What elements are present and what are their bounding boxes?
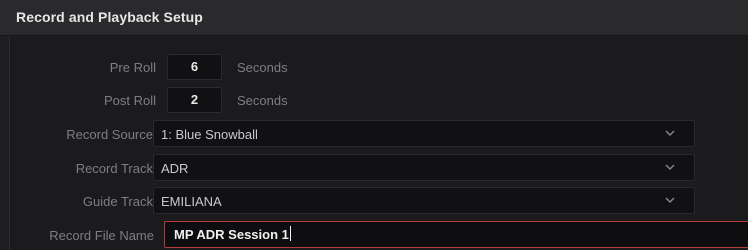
record-track-value: ADR xyxy=(161,161,189,176)
record-track-label: Record Track xyxy=(75,161,153,176)
text-caret xyxy=(289,226,291,241)
panel-body: Pre Roll 6 Seconds Post Roll 2 Seconds R… xyxy=(9,37,748,250)
post-roll-label: Post Roll xyxy=(103,93,156,108)
pre-roll-input[interactable]: 6 xyxy=(167,54,222,80)
record-file-name-input[interactable]: MP ADR Session 1 xyxy=(164,221,748,248)
guide-track-value: EMILIANA xyxy=(161,194,222,209)
pre-roll-label: Pre Roll xyxy=(109,60,156,75)
record-file-name-row: Record File Name MP ADR Session 1 xyxy=(10,221,748,250)
post-roll-unit: Seconds xyxy=(237,93,288,108)
chevron-down-icon xyxy=(665,130,675,136)
record-track-select[interactable]: ADR xyxy=(153,154,695,181)
record-track-row: Record Track ADR xyxy=(10,154,748,184)
panel-header: Record and Playback Setup xyxy=(0,0,748,36)
record-source-value: 1: Blue Snowball xyxy=(161,127,258,142)
pre-roll-unit: Seconds xyxy=(237,60,288,75)
guide-track-select[interactable]: EMILIANA xyxy=(153,187,695,214)
guide-track-row: Guide Track EMILIANA xyxy=(10,187,748,217)
record-file-name-value: MP ADR Session 1 xyxy=(174,227,289,242)
record-source-row: Record Source 1: Blue Snowball xyxy=(10,120,748,150)
chevron-down-icon xyxy=(665,164,675,170)
record-file-name-label: Record File Name xyxy=(49,228,154,243)
chevron-down-icon xyxy=(665,197,675,203)
post-roll-row: Post Roll 2 Seconds xyxy=(10,86,748,116)
panel-title: Record and Playback Setup xyxy=(16,9,203,25)
record-source-select[interactable]: 1: Blue Snowball xyxy=(153,120,695,147)
record-source-label: Record Source xyxy=(66,127,153,142)
guide-track-label: Guide Track xyxy=(82,194,153,209)
post-roll-input[interactable]: 2 xyxy=(167,87,222,113)
pre-roll-row: Pre Roll 6 Seconds xyxy=(10,53,748,83)
record-playback-setup-panel: Record and Playback Setup Pre Roll 6 Sec… xyxy=(0,0,748,250)
